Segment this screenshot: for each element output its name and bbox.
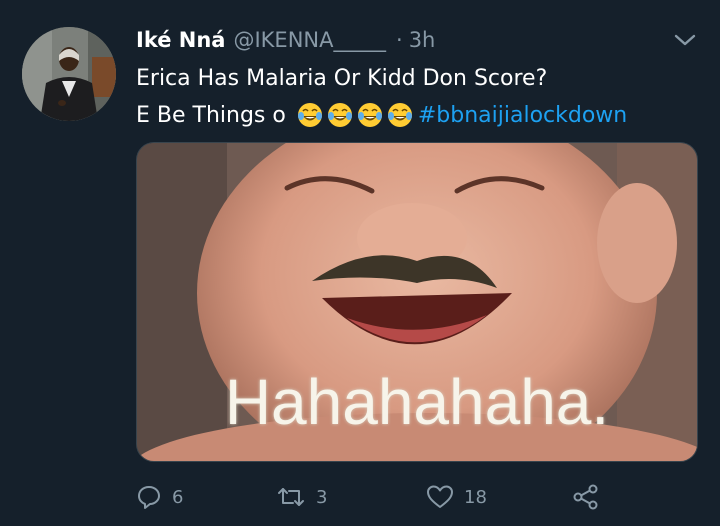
heart-icon [427, 485, 453, 508]
joy-emoji-icon [297, 103, 322, 127]
emoji-group [294, 101, 414, 129]
like-count: 18 [464, 486, 487, 508]
tweet-text: E Be Things o [136, 102, 286, 128]
hashtag-link[interactable]: #bbnaijialockdown [418, 103, 627, 128]
joy-emoji-icon [387, 103, 412, 127]
meme-caption: Hahahahaha. [224, 366, 610, 438]
tweet-text-line-2: E Be Things o #bbnaijialockdown [136, 99, 627, 131]
tweet-media[interactable]: Hahahahaha. [136, 142, 698, 462]
tweet-text: Erica Has Malaria Or Kidd Don Score? [136, 65, 548, 91]
avatar[interactable] [22, 27, 116, 121]
tweet-header: Iké Nná @IKENNA_____ · 3h [136, 24, 435, 56]
action-bar: 6 3 18 [136, 480, 616, 514]
joy-emoji-icon [357, 103, 382, 127]
timestamp[interactable]: 3h [409, 28, 436, 52]
chevron-down-icon[interactable] [670, 28, 700, 52]
retweet-button[interactable]: 3 [276, 480, 327, 514]
reply-count: 6 [172, 486, 184, 508]
tweet-text-line-1: Erica Has Malaria Or Kidd Don Score? [136, 62, 547, 94]
reply-icon [138, 486, 160, 509]
share-button[interactable] [572, 480, 600, 514]
retweet-icon [278, 488, 304, 506]
share-icon [573, 484, 598, 510]
author-name[interactable]: Iké Nná [136, 28, 225, 52]
reply-button[interactable]: 6 [136, 480, 183, 514]
joy-emoji-icon [327, 103, 352, 127]
author-handle[interactable]: @IKENNA_____ [233, 28, 386, 52]
tweet-card[interactable]: Iké Nná @IKENNA_____ · 3h Erica Has Mala… [0, 0, 720, 526]
avatar-image [22, 27, 116, 121]
retweet-count: 3 [316, 486, 328, 508]
separator-dot: · [396, 28, 403, 52]
like-button[interactable]: 18 [426, 480, 487, 514]
